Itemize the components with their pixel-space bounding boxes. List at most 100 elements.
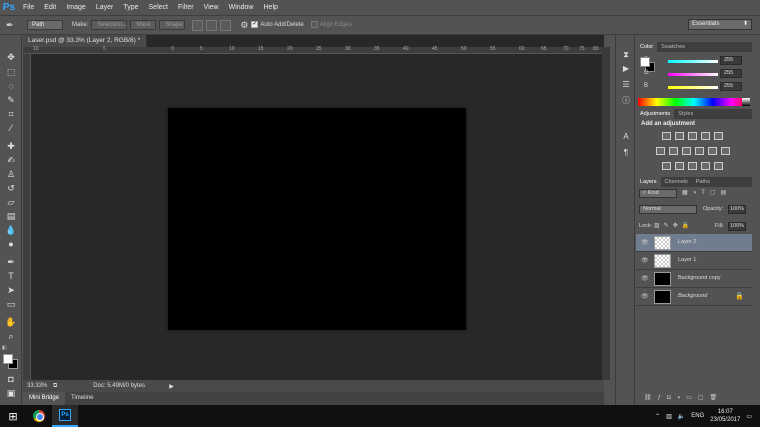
info-panel-icon[interactable]: ⓘ [620,95,632,107]
default-colors-icon[interactable]: ◧ [2,345,7,351]
path-selection-tool-icon[interactable]: ➤ [4,284,18,296]
invert-icon[interactable] [662,162,671,170]
gradient-tool-icon[interactable]: ▤ [4,210,18,222]
pen-tool-preset-icon[interactable]: ✒ [6,20,24,31]
character-panel-icon[interactable]: A [620,131,632,143]
quick-selection-tool-icon[interactable]: ✎ [4,94,18,106]
notifications-icon[interactable]: ▭ [746,413,752,420]
tab-color[interactable]: Color [636,42,658,52]
make-selection-button[interactable]: Selection... [91,20,128,30]
layer-row[interactable]: 👁 Layer 1 [636,252,752,270]
curves-icon[interactable] [688,132,697,140]
layer-filter-select[interactable]: ⌕ Kind [639,189,677,198]
eye-icon[interactable]: 👁 [641,275,649,282]
eye-icon[interactable]: 👁 [641,239,649,246]
threshold-icon[interactable] [688,162,697,170]
eye-icon[interactable]: 👁 [641,257,649,264]
layer-row[interactable]: 👁 Background 🔒 [636,288,752,306]
tool-mode-select[interactable]: Path [27,20,63,30]
menu-view[interactable]: View [199,0,224,15]
menu-layer[interactable]: Layer [91,0,119,15]
tab-swatches[interactable]: Swatches [657,42,689,52]
color-balance-icon[interactable] [669,147,678,155]
chrome-taskbar-button[interactable] [26,405,52,427]
red-slider[interactable] [668,60,718,63]
grayscale-ramp[interactable] [742,98,750,106]
photoshop-taskbar-button[interactable]: Ps [52,405,78,427]
auto-add-delete-checkbox[interactable]: ✓ Auto Add/Delete [251,21,304,29]
move-tool-icon[interactable]: ✥ [4,51,18,63]
menu-file[interactable]: File [18,0,39,15]
fill-input[interactable]: 100% [728,222,746,231]
tab-layers[interactable]: Layers [636,177,661,187]
menu-image[interactable]: Image [61,0,90,15]
language-indicator[interactable]: ENG [691,413,704,419]
status-share-icon[interactable]: ⧉ [53,383,57,390]
menu-edit[interactable]: Edit [39,0,61,15]
chevron-up-icon[interactable]: ⌃ [655,413,660,420]
blur-tool-icon[interactable]: 💧 [4,224,18,236]
menu-filter[interactable]: Filter [173,0,199,15]
eyedropper-tool-icon[interactable]: ⁄ [4,122,18,134]
layer-row[interactable]: 👁 Layer 2 [636,234,752,252]
tab-mini-bridge[interactable]: Mini Bridge [23,392,66,405]
eye-icon[interactable]: 👁 [641,293,649,300]
menu-window[interactable]: Window [224,0,259,15]
zoom-level[interactable]: 33.33% [27,383,53,389]
brush-tool-icon[interactable]: ✍ [4,154,18,166]
align-edges-checkbox[interactable]: Align Edges [310,21,352,29]
lock-icons[interactable]: ▨✎✥🔒 [654,222,693,229]
posterize-icon[interactable] [675,162,684,170]
path-operations-icon[interactable] [192,19,204,31]
history-brush-tool-icon[interactable]: ↺ [4,182,18,194]
exposure-icon[interactable] [701,132,710,140]
properties-panel-icon[interactable]: ☰ [620,79,632,91]
clone-stamp-tool-icon[interactable]: ♙ [4,168,18,180]
lasso-tool-icon[interactable]: ◌ [4,80,18,92]
marquee-tool-icon[interactable]: ⬚ [4,66,18,78]
photo-filter-icon[interactable] [695,147,704,155]
make-shape-button[interactable]: Shape [159,20,186,30]
paragraph-panel-icon[interactable]: ¶ [620,147,632,159]
status-menu-arrow-icon[interactable]: ▶ [169,383,174,390]
make-mask-button[interactable]: Mask [130,20,157,30]
type-tool-icon[interactable]: T [4,270,18,282]
eraser-tool-icon[interactable]: ▱ [4,196,18,208]
volume-icon[interactable]: 🔈 [678,413,685,420]
vibrance-icon[interactable] [714,132,723,140]
gradient-map-icon[interactable] [701,162,710,170]
green-value-input[interactable]: 255 [720,69,742,78]
document-tab[interactable]: Laser.psd @ 33.3% (Layer 2, RGB/8) * × [23,35,147,56]
path-alignment-icon[interactable] [206,19,218,31]
actions-panel-icon[interactable]: ▶ [620,63,632,75]
clock[interactable]: 16:07 23/05/2017 [710,408,740,424]
tab-channels[interactable]: Channels [661,177,692,187]
pen-tool-icon[interactable]: ✒ [4,256,18,268]
vertical-ruler[interactable] [23,54,31,380]
path-arrangement-icon[interactable] [220,19,232,31]
menu-select[interactable]: Select [144,0,173,15]
tab-timeline[interactable]: Timeline [65,392,99,405]
tab-styles[interactable]: Styles [674,109,697,119]
hue-saturation-icon[interactable] [656,147,665,155]
opacity-input[interactable]: 100% [728,205,746,214]
foreground-color-swatch[interactable] [3,354,13,364]
horizontal-ruler[interactable]: 10 5 0 5 10 15 20 25 30 35 40 45 50 55 6… [23,46,604,54]
lock-icon[interactable]: 🔒 [735,292,744,300]
history-panel-icon[interactable]: ⧗ [620,49,632,61]
tab-paths[interactable]: Paths [692,177,714,187]
document-canvas[interactable] [168,108,466,330]
color-lookup-icon[interactable] [721,147,730,155]
blue-slider[interactable] [668,86,718,89]
selective-color-icon[interactable] [714,162,723,170]
crop-tool-icon[interactable]: ⌗ [4,108,18,120]
menu-type[interactable]: Type [118,0,143,15]
red-value-input[interactable]: 255 [720,56,742,65]
hand-tool-icon[interactable]: ✋ [4,316,18,328]
healing-brush-tool-icon[interactable]: ✚ [4,140,18,152]
quick-mask-icon[interactable]: ◘ [4,373,18,385]
gear-icon[interactable]: ⚙ [240,20,248,31]
zoom-tool-icon[interactable]: ⌕ [4,330,18,342]
channel-mixer-icon[interactable] [708,147,717,155]
blend-mode-select[interactable]: Normal [639,205,697,214]
